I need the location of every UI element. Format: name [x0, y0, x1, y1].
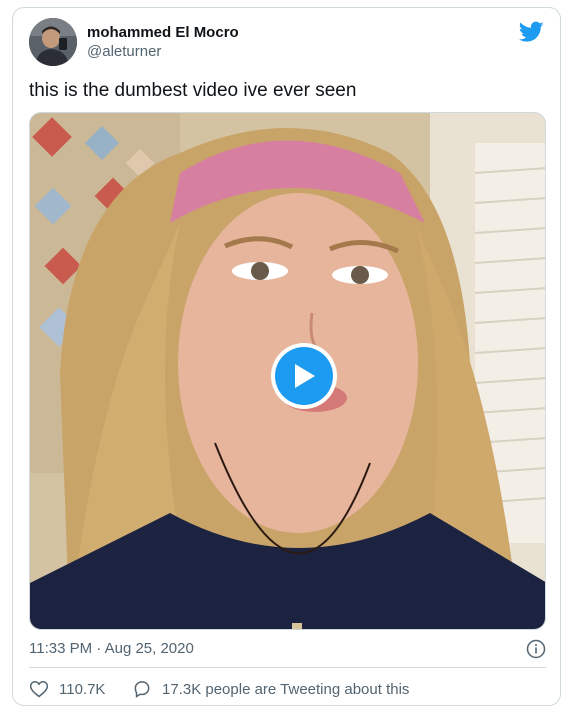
like-count: 110.7K: [59, 680, 106, 698]
author-handle[interactable]: @aleturner: [87, 42, 239, 62]
play-button[interactable]: [271, 343, 337, 409]
tweeting-count: 17.3K people are Tweeting about this: [162, 680, 410, 698]
tweet-embed-card[interactable]: mohammed El Mocro @aleturner this is the…: [12, 7, 561, 706]
like-button[interactable]: 110.7K: [29, 678, 105, 700]
heart-icon: [29, 680, 49, 698]
display-name[interactable]: mohammed El Mocro: [87, 24, 239, 42]
reply-button[interactable]: 17.3K people are Tweeting about this: [132, 678, 409, 700]
speech-bubble-icon: [134, 681, 150, 698]
tweet-meta: 11:33 PM · Aug 25, 2020: [29, 638, 546, 660]
play-icon[interactable]: [275, 347, 333, 405]
video-player[interactable]: [29, 112, 546, 630]
twitter-bird-icon[interactable]: [518, 21, 544, 43]
info-icon[interactable]: [526, 639, 546, 659]
tweet-text: this is the dumbest video ive ever seen: [29, 80, 357, 101]
tweet-header: mohammed El Mocro @aleturner: [29, 18, 544, 66]
tweet-timestamp[interactable]: 11:33 PM · Aug 25, 2020: [29, 640, 194, 657]
avatar[interactable]: [29, 18, 77, 66]
author-block[interactable]: mohammed El Mocro @aleturner: [87, 24, 239, 62]
divider: [29, 667, 546, 668]
